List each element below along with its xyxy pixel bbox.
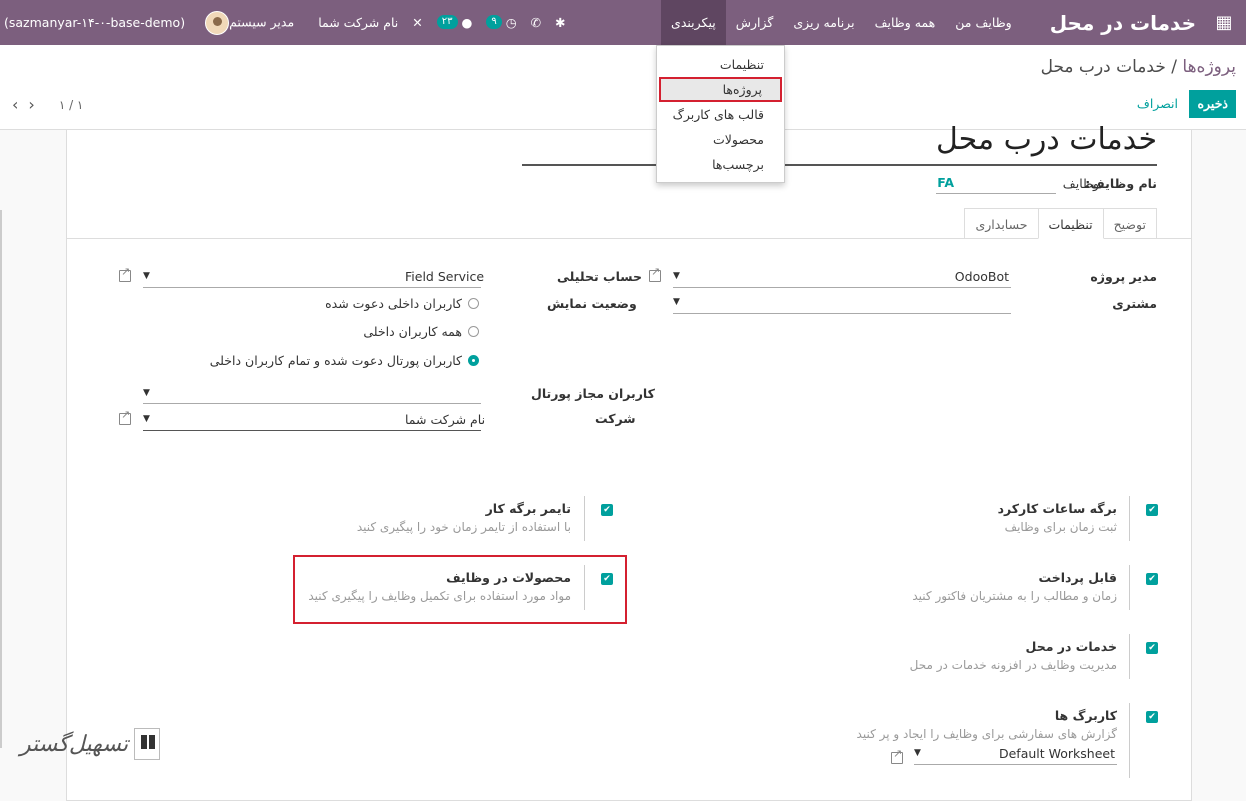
menu-planning[interactable]: برنامه ریزی [783, 0, 864, 45]
visibility-option-all-internal[interactable]: همه کاربران داخلی [363, 324, 479, 339]
radio-button-selected[interactable] [468, 355, 479, 366]
timesheet-checkbox[interactable]: ✔ [1146, 504, 1158, 516]
database-name: (sazmanyar-۱۴-۰-base-demo) [4, 15, 186, 30]
menu-configuration[interactable]: پیکربندی [661, 0, 726, 45]
option-timer: تایمر برگه کار با استفاده از تایمر زمان … [356, 501, 571, 534]
menu-all-tasks[interactable]: همه وظایف [865, 0, 946, 45]
systray: (sazmanyar-۱۴-۰-base-demo) مدیر سیستم نا… [0, 0, 580, 45]
watermark-icon [134, 728, 161, 760]
dropdown-item-worksheet-templates[interactable]: قالب های کاربرگ [657, 102, 784, 127]
option-timesheet: برگه ساعات کارکرد ثبت زمان برای وظایف [997, 501, 1117, 534]
tools-icon[interactable]: ✕ [412, 15, 422, 30]
language-button[interactable]: FA [937, 175, 954, 190]
configuration-dropdown: تنظیمات پروژه‌ها قالب های کاربرگ محصولات… [656, 45, 785, 183]
form-sheet: خدمات درب محل نام وظایف: وظایف FA توضیح … [66, 122, 1192, 801]
watermark-text: تسهیل‌گستر [20, 731, 129, 757]
breadcrumb-projects[interactable]: پروژه‌ها [1182, 57, 1236, 77]
app-brand[interactable]: خدمات در محل [1050, 11, 1196, 35]
worksheet-external-link-icon[interactable] [891, 747, 903, 764]
title-underline [522, 164, 1157, 166]
analytic-account-label: حساب تحلیلی [557, 269, 642, 284]
highlight-box [293, 555, 627, 624]
discard-button[interactable]: انصراف [1137, 90, 1178, 118]
portal-users-label: کاربران مجاز پورتال [531, 386, 655, 401]
main-menu: وظایف من همه وظایف برنامه ریزی گزارش پیک… [661, 0, 1022, 45]
save-button[interactable]: ذخیره [1189, 90, 1236, 118]
account-external-link-icon[interactable] [119, 265, 131, 282]
activities-icon[interactable]: ۹ ◷ [486, 15, 517, 30]
phone-icon[interactable]: ✆ [531, 15, 541, 30]
fsm-checkbox[interactable]: ✔ [1146, 642, 1158, 654]
tab-description[interactable]: توضیح [1102, 208, 1157, 239]
debug-bug-icon[interactable]: ✱ [555, 15, 565, 30]
visibility-option-invited[interactable]: کاربران داخلی دعوت شده [325, 296, 479, 311]
dropdown-item-tags[interactable]: برچسب‌ها [657, 152, 784, 177]
messages-icon[interactable]: ۲۳ ● [436, 15, 472, 30]
account-caret-icon[interactable]: ▼ [143, 271, 150, 281]
pager-next-icon[interactable]: › [28, 95, 34, 114]
activities-badge: ۹ [486, 15, 502, 29]
project-manager-label: مدیر پروژه [1090, 269, 1157, 284]
customer-input[interactable] [673, 313, 1011, 314]
project-title[interactable]: خدمات درب محل [936, 122, 1157, 157]
company-external-link-icon[interactable] [119, 408, 131, 425]
menu-reporting[interactable]: گزارش [726, 0, 784, 45]
control-panel: پروژه‌ها / خدمات درب محل ذخیره انصراف ‹ … [0, 45, 1246, 130]
customer-label: مشتری [1112, 296, 1157, 311]
worksheet-template-value[interactable]: Default Worksheet [999, 746, 1115, 761]
notebook-tabs: توضیح تنظیمات حسابداری [964, 208, 1157, 239]
analytic-account-value[interactable]: Field Service [405, 269, 484, 284]
radio-button[interactable] [468, 298, 479, 309]
user-menu[interactable]: مدیر سیستم [199, 10, 294, 35]
tab-accounting[interactable]: حسابداری [964, 208, 1039, 239]
radio-button[interactable] [468, 326, 479, 337]
company-switcher[interactable]: نام شرکت شما [318, 15, 398, 30]
timer-checkbox[interactable]: ✔ [601, 504, 613, 516]
dropdown-item-projects[interactable]: پروژه‌ها [659, 77, 782, 102]
option-field-service: خدمات در محل مدیریت وظایف در افزونه خدما… [909, 639, 1117, 672]
avatar [205, 10, 230, 35]
breadcrumb: پروژه‌ها / خدمات درب محل [1040, 57, 1236, 77]
portal-caret-icon[interactable]: ▼ [143, 388, 150, 398]
manager-caret-icon[interactable]: ▼ [673, 271, 680, 281]
company-value[interactable]: نام شرکت شما [405, 412, 485, 427]
visibility-label: وضعیت نمایش [547, 296, 637, 311]
watermark-logo: تسهیل‌گستر [20, 728, 161, 760]
company-label: شرکت [595, 411, 636, 426]
pager-prev-icon[interactable]: ‹ [12, 95, 18, 114]
company-caret-icon[interactable]: ▼ [143, 414, 150, 424]
project-manager-value[interactable]: OdooBot [955, 269, 1009, 284]
tasks-input[interactable]: وظایف [1063, 176, 1099, 191]
worksheet-checkbox[interactable]: ✔ [1146, 711, 1158, 723]
option-worksheet: کاربرگ ها گزارش های سفارشی برای وظایف را… [856, 708, 1117, 741]
portal-users-input[interactable] [143, 403, 481, 404]
top-navbar: ▦ خدمات در محل وظایف من همه وظایف برنامه… [0, 0, 1246, 45]
tab-settings[interactable]: تنظیمات [1037, 208, 1104, 239]
pager-value[interactable]: ۱ / ۱ [59, 98, 84, 112]
breadcrumb-current: خدمات درب محل [1040, 57, 1166, 77]
apps-grid-icon[interactable]: ▦ [1202, 0, 1246, 45]
dropdown-item-settings[interactable]: تنظیمات [657, 52, 784, 77]
visibility-option-portal[interactable]: کاربران پورتال دعوت شده و تمام کاربران د… [210, 353, 479, 368]
menu-my-tasks[interactable]: وظایف من [945, 0, 1021, 45]
billable-checkbox[interactable]: ✔ [1146, 573, 1158, 585]
left-scroll-edge [0, 210, 2, 748]
pager: ‹ › ۱ / ۱ [12, 95, 83, 114]
option-billable: قابل پرداخت زمان و مطالب را به مشتریان ف… [912, 570, 1117, 603]
messages-badge: ۲۳ [436, 15, 458, 29]
worksheet-caret-icon[interactable]: ▼ [914, 748, 921, 758]
customer-caret-icon[interactable]: ▼ [673, 297, 680, 307]
manager-external-link-icon[interactable] [649, 265, 661, 282]
dropdown-item-products[interactable]: محصولات [657, 127, 784, 152]
